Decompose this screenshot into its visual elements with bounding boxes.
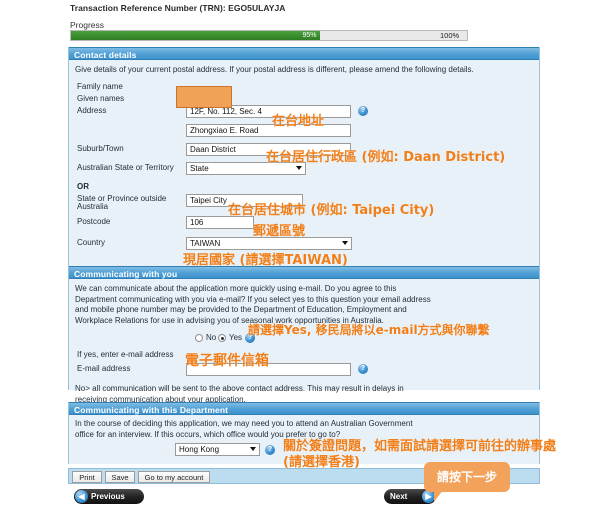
callout-tail <box>434 490 448 502</box>
previous-button[interactable]: Previous ◀ <box>74 489 144 504</box>
suburb-town-label: Suburb/Town <box>77 143 124 153</box>
communicating-with-you-blurb: We can communicate about the application… <box>75 284 431 325</box>
email-consent-yes-radio[interactable] <box>218 334 226 342</box>
address-line2-input[interactable]: Zhongxiao E. Road <box>186 123 351 137</box>
transaction-reference-number: Transaction Reference Number (TRN): EGO5… <box>70 3 286 13</box>
next-button-label: Next <box>390 492 408 501</box>
annotation-email-consent: 請選擇Yes, 移民局將以e-mail方式與你聯繫 <box>248 323 490 337</box>
annotation-country: 現居國家 (請選擇TAIWAN) <box>183 253 348 268</box>
previous-button-label: Previous <box>91 492 125 501</box>
email-consent-no-label: No <box>206 333 217 342</box>
given-names-label: Given names <box>77 93 125 103</box>
country-label: Country <box>77 237 106 247</box>
progress-bar: 95% <box>70 30 468 41</box>
preferred-office-select[interactable]: Hong Kong <box>175 443 260 456</box>
annotation-postcode: 郵遞區號 <box>253 224 306 239</box>
help-icon-office[interactable]: ? <box>265 445 275 455</box>
chevron-down-icon <box>250 447 256 451</box>
next-step-callout: 請按下一步 <box>424 462 510 502</box>
annotation-address: 在台地址 <box>272 114 325 129</box>
contact-details-heading: Contact details <box>69 47 539 60</box>
address-label: Address <box>77 105 107 115</box>
help-icon-address[interactable]: ? <box>358 105 368 116</box>
progress-end-label: 100% <box>440 31 460 40</box>
application-form-page: Transaction Reference Number (TRN): EGO5… <box>0 0 600 513</box>
email-address-label: E-mail address <box>77 364 131 373</box>
contact-details-blurb: Give details of your current postal addr… <box>75 65 474 74</box>
preferred-office-value: Hong Kong <box>179 445 220 454</box>
chevron-down-icon <box>342 240 348 245</box>
state-outside-australia-label: State or Province outside Australia <box>77 193 167 211</box>
or-divider-label: OR <box>77 181 89 191</box>
email-consent-yes-label: Yes <box>229 333 243 342</box>
next-step-callout-text: 請按下一步 <box>436 470 497 484</box>
save-button[interactable]: Save <box>105 471 135 483</box>
country-value: TAIWAN <box>190 238 221 248</box>
family-name-label: Family name <box>77 81 123 91</box>
progress-bar-fill: 95% <box>71 31 321 40</box>
chevron-down-icon <box>296 165 302 170</box>
australian-state-value: State <box>190 163 209 173</box>
australian-state-label: Australian State or Territory <box>77 162 174 172</box>
progress-percent-text: 95% <box>302 32 317 39</box>
arrow-left-icon: ◀ <box>75 490 88 503</box>
redaction-box-name-fields <box>176 86 232 108</box>
go-to-my-account-button[interactable]: Go to my account <box>138 471 210 483</box>
communicating-with-department-heading: Communicating with this Department <box>69 402 539 415</box>
postcode-label: Postcode <box>77 216 111 226</box>
annotation-email-box: 電子郵件信箱 <box>185 353 269 369</box>
print-button[interactable]: Print <box>72 471 102 483</box>
help-icon-email[interactable]: ? <box>358 364 368 374</box>
annotation-city: 在台居住城市 (例如: Taipei City) <box>228 203 435 218</box>
progress-label: Progress <box>70 20 105 30</box>
annotation-office-line2: (請選擇香港) <box>283 455 360 470</box>
email-consent-no-radio[interactable] <box>195 334 203 342</box>
annotation-suburb: 在台居住行政區 (例如: Daan District) <box>266 150 506 165</box>
